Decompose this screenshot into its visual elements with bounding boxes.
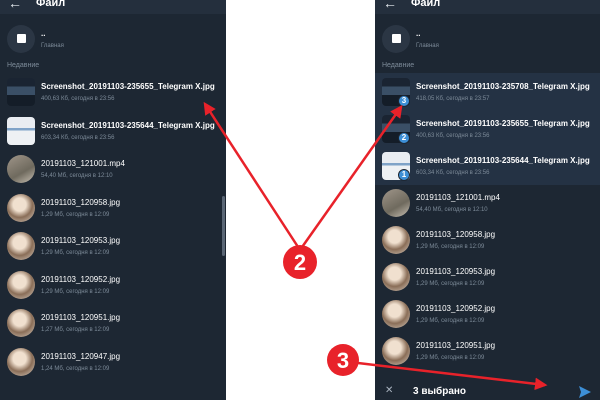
step-label-2: 2 bbox=[294, 250, 306, 275]
annotation-overlay: 2 3 bbox=[203, 101, 548, 391]
arrow-to-send bbox=[357, 361, 548, 391]
arrow-to-right-file bbox=[298, 104, 403, 251]
step-label-3: 3 bbox=[337, 348, 349, 373]
arrow-to-left-file bbox=[203, 101, 302, 251]
